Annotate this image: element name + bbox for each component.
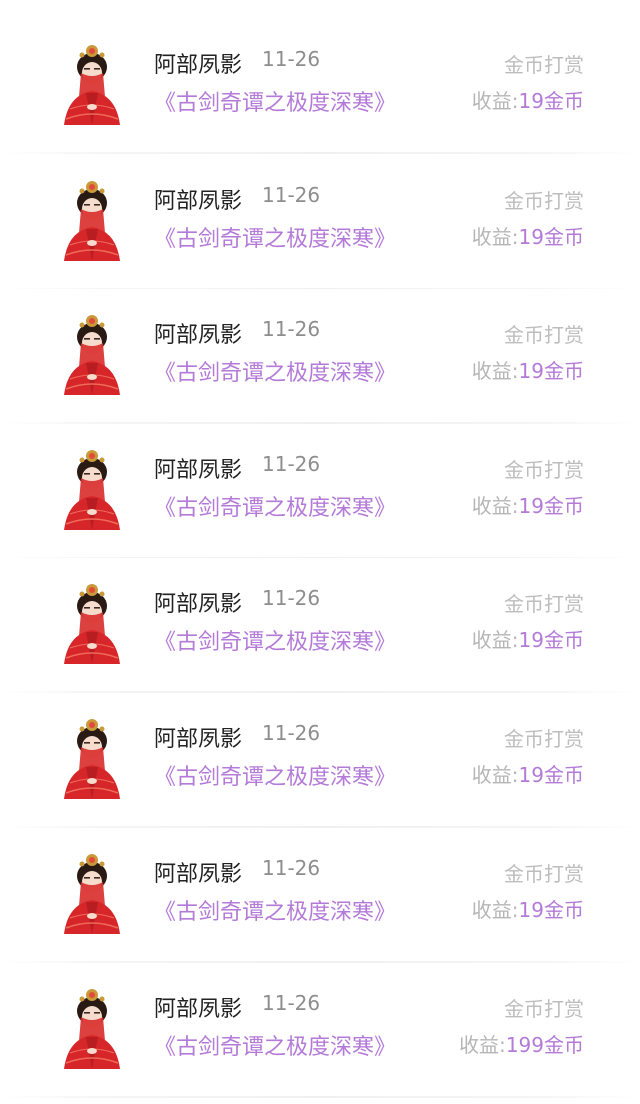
reward-type: 金币打赏: [504, 458, 584, 482]
earnings-label: 收益:: [471, 225, 519, 249]
earnings-label: 收益:: [471, 628, 519, 652]
bride-avatar-icon[interactable]: [56, 309, 128, 395]
username[interactable]: 阿部夙影: [154, 183, 242, 215]
earnings-value: 19金币: [518, 494, 584, 518]
bride-avatar-icon[interactable]: [56, 983, 128, 1069]
book-title[interactable]: 《古剑奇谭之极度深寒》: [154, 624, 396, 656]
reward-record-row[interactable]: 阿部夙影 11-26 《古剑奇谭之极度深寒》 金币打赏收益:19金币: [0, 828, 640, 963]
username[interactable]: 阿部夙影: [154, 991, 242, 1023]
book-title[interactable]: 《古剑奇谭之极度深寒》: [154, 1029, 396, 1061]
reward-type: 金币打赏: [504, 53, 584, 77]
earnings-label: 收益:: [459, 1033, 506, 1057]
row-divider: [0, 1096, 640, 1098]
earnings-label: 收益:: [471, 898, 519, 922]
record-date: 11-26: [262, 452, 321, 476]
bride-avatar-icon[interactable]: [56, 578, 128, 664]
earnings-value: 19金币: [518, 359, 584, 383]
reward-type: 金币打赏: [504, 727, 584, 751]
book-title[interactable]: 《古剑奇谭之极度深寒》: [154, 355, 396, 387]
book-title[interactable]: 《古剑奇谭之极度深寒》: [154, 85, 396, 117]
bride-avatar-icon[interactable]: [56, 444, 128, 530]
username[interactable]: 阿部夙影: [154, 452, 242, 484]
reward-type: 金币打赏: [504, 592, 584, 616]
earnings-value: 19金币: [518, 225, 584, 249]
earnings: 收益:19金币: [472, 490, 584, 519]
book-title[interactable]: 《古剑奇谭之极度深寒》: [154, 221, 396, 253]
bride-avatar-icon[interactable]: [56, 175, 128, 261]
username[interactable]: 阿部夙影: [154, 47, 242, 79]
earnings: 收益:199金币: [459, 1029, 584, 1058]
username[interactable]: 阿部夙影: [154, 586, 242, 618]
reward-record-row[interactable]: 阿部夙影 11-26 《古剑奇谭之极度深寒》 金币打赏收益:19金币: [0, 19, 640, 154]
username[interactable]: 阿部夙影: [154, 856, 242, 888]
reward-record-row[interactable]: 阿部夙影 11-26 《古剑奇谭之极度深寒》 金币打赏收益:19金币: [0, 558, 640, 693]
book-title[interactable]: 《古剑奇谭之极度深寒》: [154, 759, 396, 791]
earnings-label: 收益:: [471, 359, 519, 383]
earnings-value: 19金币: [518, 763, 584, 787]
reward-type: 金币打赏: [504, 997, 584, 1021]
book-title[interactable]: 《古剑奇谭之极度深寒》: [154, 894, 396, 926]
earnings-label: 收益:: [471, 494, 519, 518]
earnings: 收益:19金币: [472, 894, 584, 923]
reward-record-row[interactable]: 阿部夙影 11-26 《古剑奇谭之极度深寒》 金币打赏收益:199金币: [0, 963, 640, 1098]
bride-avatar-icon[interactable]: [56, 39, 128, 125]
earnings-label: 收益:: [471, 89, 519, 113]
reward-record-row[interactable]: 阿部夙影 11-26 《古剑奇谭之极度深寒》 金币打赏收益:19金币: [0, 424, 640, 559]
record-date: 11-26: [262, 586, 321, 610]
reward-record-row[interactable]: 阿部夙影 11-26 《古剑奇谭之极度深寒》 金币打赏收益:19金币: [0, 289, 640, 424]
earnings: 收益:19金币: [472, 221, 584, 250]
earnings-value: 19金币: [518, 898, 584, 922]
earnings: 收益:19金币: [472, 85, 584, 114]
reward-record-row[interactable]: 阿部夙影 11-26 《古剑奇谭之极度深寒》 金币打赏收益:19金币: [0, 155, 640, 290]
record-date: 11-26: [262, 721, 321, 745]
earnings-value: 19金币: [518, 628, 584, 652]
record-date: 11-26: [262, 317, 321, 341]
record-date: 11-26: [262, 856, 321, 880]
username[interactable]: 阿部夙影: [154, 721, 242, 753]
record-date: 11-26: [262, 991, 321, 1015]
reward-type: 金币打赏: [504, 189, 584, 213]
reward-type: 金币打赏: [504, 862, 584, 886]
bride-avatar-icon[interactable]: [56, 848, 128, 934]
row-divider: [0, 152, 640, 154]
reward-record-list: 阿部夙影 11-26 《古剑奇谭之极度深寒》 金币打赏 收益:19金币 阿部夙影 11-2…: [0, 0, 640, 1104]
reward-type: 金币打赏: [504, 323, 584, 347]
earnings-label: 收益:: [471, 763, 519, 787]
earnings-value: 19金币: [518, 89, 584, 113]
earnings: 收益:19金币: [472, 355, 584, 384]
record-date: 11-26: [262, 47, 321, 71]
earnings-value: 199金币: [505, 1033, 584, 1057]
earnings: 收益:19金币: [472, 759, 584, 788]
book-title[interactable]: 《古剑奇谭之极度深寒》: [154, 490, 396, 522]
earnings: 收益:19金币: [472, 624, 584, 653]
username[interactable]: 阿部夙影: [154, 317, 242, 349]
bride-avatar-icon[interactable]: [56, 713, 128, 799]
reward-record-row[interactable]: 阿部夙影 11-26 《古剑奇谭之极度深寒》 金币打赏收益:19金币: [0, 693, 640, 828]
record-date: 11-26: [262, 183, 321, 207]
